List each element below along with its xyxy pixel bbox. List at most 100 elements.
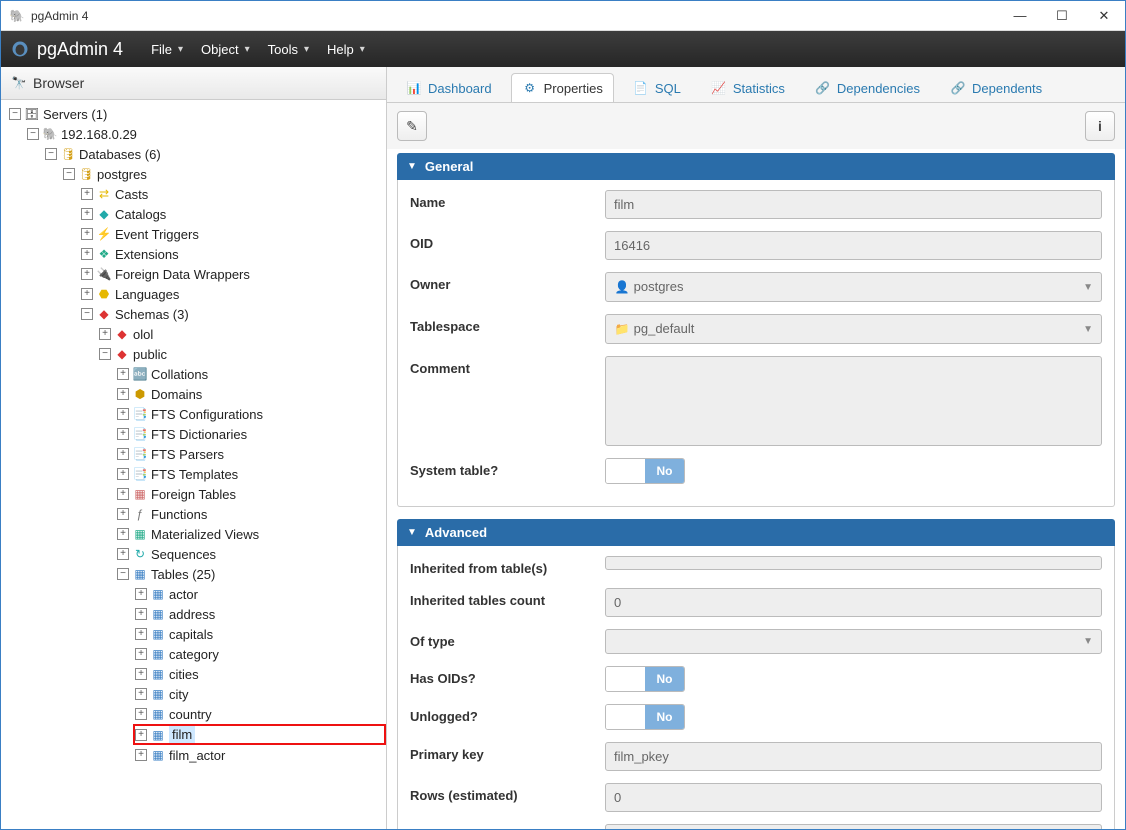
tree-fts-config[interactable]: +FTS Configurations (115, 404, 386, 424)
tab-sql[interactable]: SQL (622, 73, 692, 102)
maximize-button[interactable]: ☐ (1049, 8, 1075, 24)
tree-event-triggers[interactable]: +Event Triggers (79, 224, 386, 244)
tree-table-cities[interactable]: +cities (133, 664, 386, 684)
input-inherited-from (605, 556, 1102, 570)
input-oid: 16416 (605, 231, 1102, 260)
panel-advanced-header[interactable]: Advanced (397, 519, 1115, 546)
pgadmin-logo-icon (11, 40, 29, 58)
databases-icon (60, 146, 76, 162)
tree-collations[interactable]: +Collations (115, 364, 386, 384)
tree-table-address[interactable]: +address (133, 604, 386, 624)
schema-icon (114, 346, 130, 362)
panel-advanced: Advanced Inherited from table(s) Inherit… (397, 519, 1115, 829)
server-group-icon (24, 106, 40, 122)
sidebar: Browser −Servers (1) −192.168.0.29 −Data… (1, 67, 387, 829)
close-button[interactable]: ✕ (1091, 8, 1117, 24)
fdw-icon (96, 266, 112, 282)
tree-table-film-actor[interactable]: +film_actor (133, 745, 386, 765)
textarea-comment[interactable] (605, 356, 1102, 446)
tree-table-category[interactable]: +category (133, 644, 386, 664)
menu-tools[interactable]: Tools (268, 42, 309, 57)
tab-statistics[interactable]: Statistics (700, 73, 796, 102)
tree-languages[interactable]: +Languages (79, 284, 386, 304)
info-button[interactable]: i (1085, 111, 1115, 141)
input-primary-key: film_pkey (605, 742, 1102, 771)
tab-dashboard[interactable]: Dashboard (395, 73, 503, 102)
label-unlogged: Unlogged? (410, 704, 605, 724)
label-rows-cnt: Rows (counted) (410, 824, 605, 829)
tree-table-film[interactable]: +film (133, 724, 386, 745)
select-owner[interactable]: postgres▼ (605, 272, 1102, 302)
label-rows-est: Rows (estimated) (410, 783, 605, 803)
tree-extensions[interactable]: +Extensions (79, 244, 386, 264)
tab-bar: Dashboard Properties SQL Statistics Depe… (387, 67, 1125, 103)
table-icon (150, 666, 166, 682)
properties-icon (522, 80, 538, 96)
tree-casts[interactable]: +Casts (79, 184, 386, 204)
tree-db-postgres[interactable]: −postgres (61, 164, 386, 184)
tab-dependencies[interactable]: Dependencies (804, 73, 931, 102)
menu-object[interactable]: Object (201, 42, 250, 57)
tree-fdw[interactable]: +Foreign Data Wrappers (79, 264, 386, 284)
label-comment: Comment (410, 356, 605, 376)
fts-templates-icon (132, 466, 148, 482)
minimize-button[interactable]: — (1007, 8, 1033, 24)
input-rows-cnt (605, 824, 1102, 829)
tree-sequences[interactable]: +Sequences (115, 544, 386, 564)
browser-icon (11, 75, 27, 91)
tree-servers[interactable]: −Servers (1) (7, 104, 386, 124)
label-system-table: System table? (410, 458, 605, 478)
tree-tables[interactable]: −Tables (25) (115, 564, 386, 584)
panel-general-header[interactable]: General (397, 153, 1115, 180)
menubar: pgAdmin 4 File Object Tools Help (1, 31, 1125, 67)
edit-button[interactable]: ✎ (397, 111, 427, 141)
label-of-type: Of type (410, 629, 605, 649)
statistics-icon (711, 80, 727, 96)
tab-properties[interactable]: Properties (511, 73, 614, 102)
label-primary-key: Primary key (410, 742, 605, 762)
tree-schema-public[interactable]: −public (97, 344, 386, 364)
tree-table-actor[interactable]: +actor (133, 584, 386, 604)
sequences-icon (132, 546, 148, 562)
tab-dependents[interactable]: Dependents (939, 73, 1053, 102)
tree-schemas[interactable]: −Schemas (3) (79, 304, 386, 324)
toggle-unlogged[interactable]: No (605, 704, 685, 730)
tree-fts-dict[interactable]: +FTS Dictionaries (115, 424, 386, 444)
label-inherited-from: Inherited from table(s) (410, 556, 605, 576)
tree-mat-views[interactable]: +Materialized Views (115, 524, 386, 544)
tree-fts-parsers[interactable]: +FTS Parsers (115, 444, 386, 464)
tree-schema-olol[interactable]: +olol (97, 324, 386, 344)
tree-functions[interactable]: +Functions (115, 504, 386, 524)
tree-table-country[interactable]: +country (133, 704, 386, 724)
casts-icon (96, 186, 112, 202)
properties-toolbar: ✎ i (387, 103, 1125, 149)
menu-file[interactable]: File (151, 42, 183, 57)
label-oid: OID (410, 231, 605, 251)
tree-fts-templates[interactable]: +FTS Templates (115, 464, 386, 484)
select-tablespace[interactable]: pg_default▼ (605, 314, 1102, 344)
extensions-icon (96, 246, 112, 262)
table-icon (150, 626, 166, 642)
main-pane: Dashboard Properties SQL Statistics Depe… (387, 67, 1125, 829)
tree-domains[interactable]: +Domains (115, 384, 386, 404)
tree-host[interactable]: −192.168.0.29 (25, 124, 386, 144)
fts-dict-icon (132, 426, 148, 442)
tree-table-capitals[interactable]: +capitals (133, 624, 386, 644)
tree-foreign-tables[interactable]: +Foreign Tables (115, 484, 386, 504)
input-rows-est: 0 (605, 783, 1102, 812)
label-inherited-count: Inherited tables count (410, 588, 605, 608)
dependencies-icon (815, 80, 831, 96)
toggle-system-table[interactable]: No (605, 458, 685, 484)
label-name: Name (410, 190, 605, 210)
select-of-type[interactable]: ▼ (605, 629, 1102, 654)
table-icon (150, 646, 166, 662)
object-tree[interactable]: −Servers (1) −192.168.0.29 −Databases (6… (1, 100, 386, 829)
schemas-icon (96, 306, 112, 322)
tree-catalogs[interactable]: +Catalogs (79, 204, 386, 224)
menu-help[interactable]: Help (327, 42, 365, 57)
input-name[interactable]: film (605, 190, 1102, 219)
toggle-has-oids[interactable]: No (605, 666, 685, 692)
tree-table-city[interactable]: +city (133, 684, 386, 704)
tree-databases[interactable]: −Databases (6) (43, 144, 386, 164)
sql-icon (633, 80, 649, 96)
